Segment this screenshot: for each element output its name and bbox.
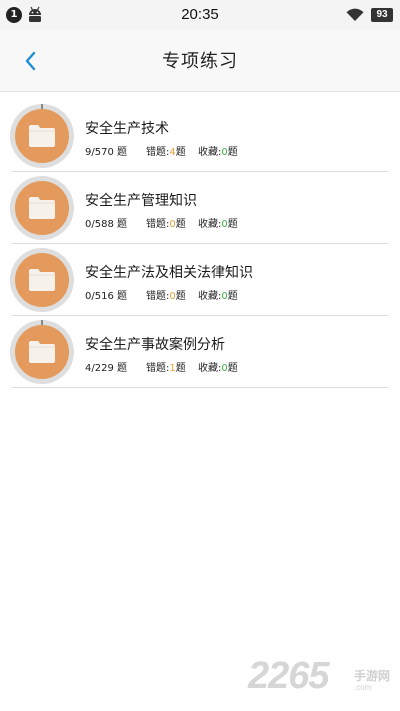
wrong-count: 错题:4题 bbox=[146, 147, 186, 158]
watermark-logo: 2265 手游网 .com bbox=[248, 655, 398, 705]
favorite-count: 收藏:0题 bbox=[198, 219, 238, 230]
practice-list: 安全生产技术 9/570 题错题:4题 收藏:0题 安全生产管理知识 0/588 … bbox=[0, 100, 400, 388]
status-bar: 1 20:35 93 bbox=[0, 0, 400, 30]
list-item[interactable]: 安全生产事故案例分析 4/229 题 错题:1题 收藏:0题 bbox=[0, 316, 400, 388]
item-title: 安全生产事故案例分析 bbox=[85, 337, 225, 353]
progress-ring bbox=[10, 176, 74, 240]
item-stats: 0/588 题 错题:0题 收藏:0题 bbox=[85, 215, 238, 230]
watermark-text: 手游网 bbox=[354, 669, 391, 683]
battery-indicator: 93 bbox=[371, 8, 393, 22]
list-item[interactable]: 安全生产法及相关法律知识 0/516 题 错题:0题 收藏:0题 bbox=[0, 244, 400, 316]
clock: 20:35 bbox=[181, 6, 219, 23]
watermark-url: .com bbox=[354, 683, 372, 692]
wrong-count: 错题:1题 bbox=[146, 363, 186, 374]
progress-count: 9/570 题 bbox=[85, 147, 128, 158]
item-title: 安全生产技术 bbox=[85, 121, 169, 137]
item-title: 安全生产管理知识 bbox=[85, 193, 197, 209]
list-item[interactable]: 安全生产管理知识 0/588 题 错题:0题 收藏:0题 bbox=[0, 172, 400, 244]
progress-ring bbox=[10, 248, 74, 312]
progress-count: 4/229 题 bbox=[85, 363, 128, 374]
folder-icon bbox=[29, 125, 55, 147]
progress-ring bbox=[10, 320, 74, 384]
favorite-count: 收藏:0题 bbox=[198, 363, 238, 374]
folder-circle bbox=[15, 109, 69, 163]
item-title: 安全生产法及相关法律知识 bbox=[85, 265, 253, 281]
progress-count: 0/588 题 bbox=[85, 219, 128, 230]
wifi-icon bbox=[346, 8, 364, 21]
divider bbox=[12, 387, 388, 388]
app-header: 专项练习 bbox=[0, 30, 400, 92]
item-stats: 0/516 题 错题:0题 收藏:0题 bbox=[85, 287, 238, 302]
list-item[interactable]: 安全生产技术 9/570 题 错题:4题 收藏:0题 bbox=[0, 100, 400, 172]
favorite-count: 收藏:0题 bbox=[198, 291, 238, 302]
folder-circle bbox=[15, 253, 69, 307]
wrong-count: 错题:0题 bbox=[146, 291, 186, 302]
favorite-count: 收藏:0题 bbox=[198, 147, 238, 158]
wrong-count: 错题:0题 bbox=[146, 219, 186, 230]
folder-icon bbox=[29, 269, 55, 291]
item-stats: 4/229 题 错题:1题 收藏:0题 bbox=[85, 359, 238, 374]
folder-circle bbox=[15, 325, 69, 379]
page-title: 专项练习 bbox=[162, 51, 238, 72]
progress-ring bbox=[10, 104, 74, 168]
folder-icon bbox=[29, 197, 55, 219]
folder-icon bbox=[29, 341, 55, 363]
folder-circle bbox=[15, 181, 69, 235]
watermark-number: 2265 bbox=[248, 655, 330, 697]
progress-count: 0/516 题 bbox=[85, 291, 128, 302]
item-stats: 9/570 题 错题:4题 收藏:0题 bbox=[85, 143, 238, 158]
